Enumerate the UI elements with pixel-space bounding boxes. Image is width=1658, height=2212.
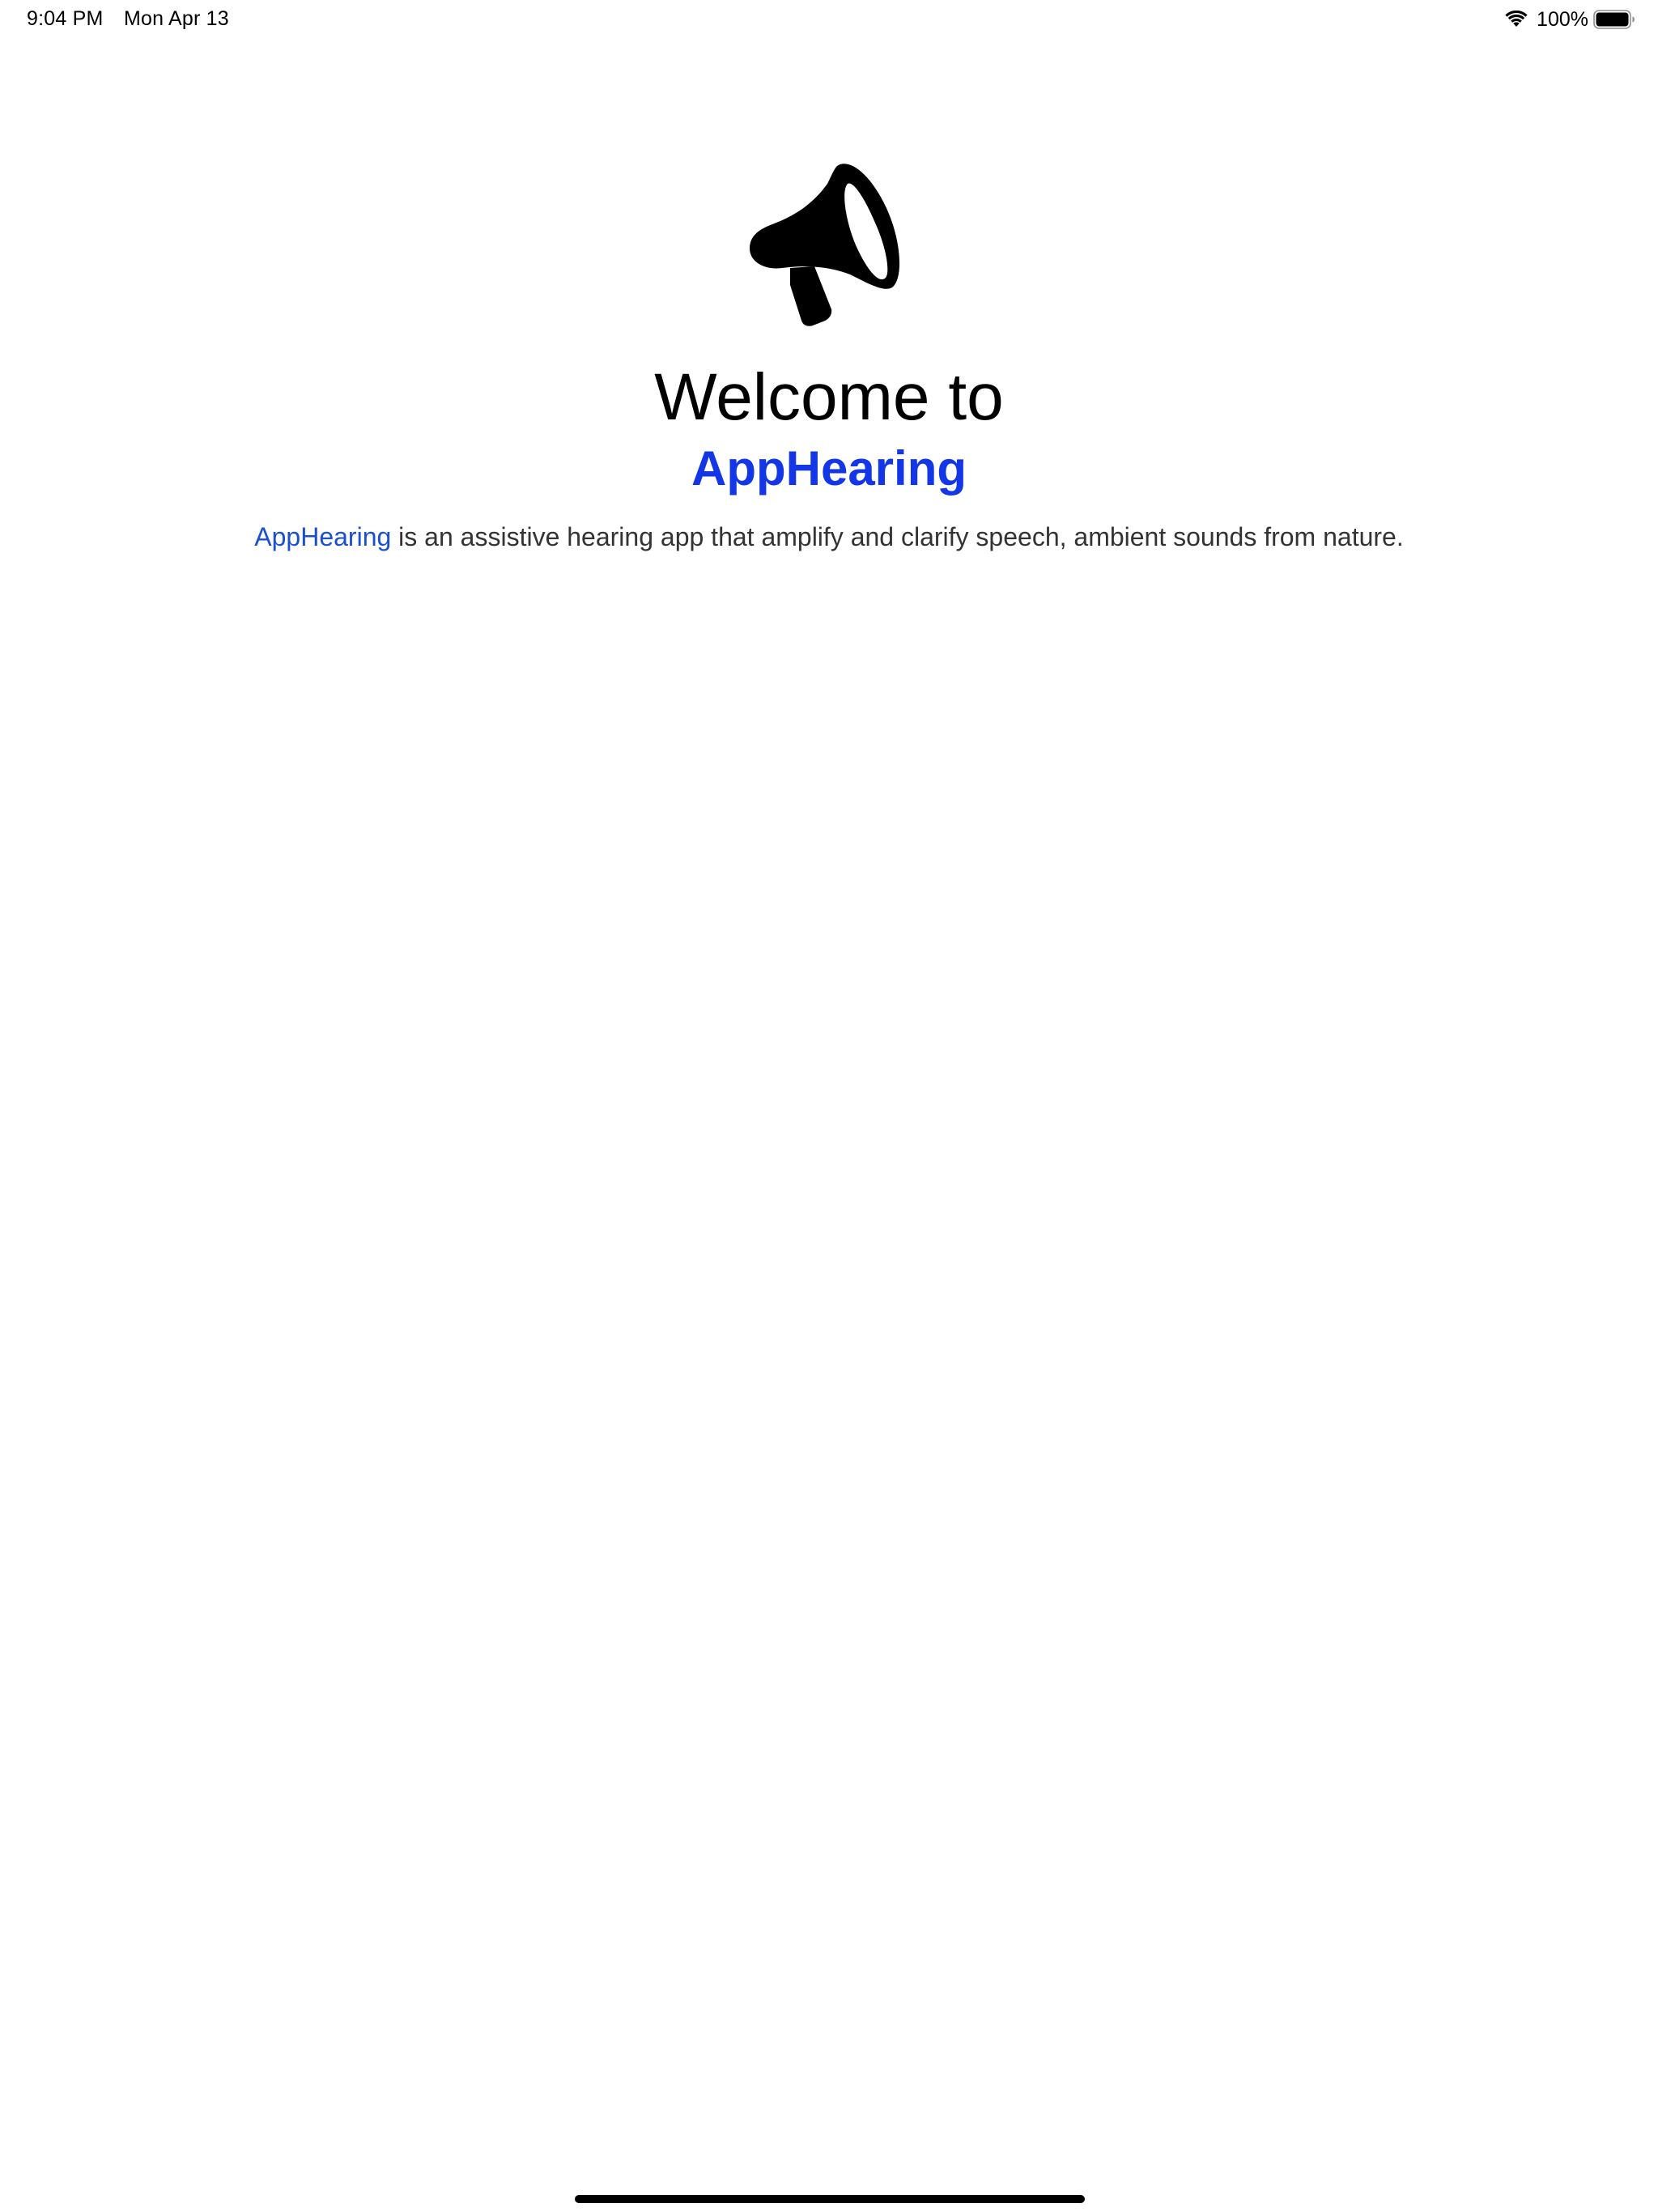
status-date: Mon Apr 13 — [124, 7, 229, 30]
welcome-section: Welcome to AppHearing AppHearing is an a… — [0, 158, 1658, 555]
battery-percent: 100% — [1537, 7, 1588, 31]
app-name-heading: AppHearing — [691, 441, 967, 496]
megaphone-icon — [750, 164, 900, 326]
description-text: is an assistive hearing app that amplify… — [391, 522, 1404, 551]
wifi-icon — [1505, 11, 1528, 27]
welcome-screen: 9:04 PM Mon Apr 13 100% Welcome to AppHe… — [0, 0, 1658, 2212]
home-indicator[interactable] — [575, 2195, 1085, 2203]
status-time: 9:04 PM — [27, 7, 104, 30]
welcome-title: Welcome to — [654, 360, 1004, 434]
status-indicators: 100% — [1504, 6, 1635, 33]
status-bar: 9:04 PM Mon Apr 13 100% — [0, 0, 1658, 40]
app-name-link[interactable]: AppHearing — [254, 522, 391, 551]
app-description: AppHearing is an assistive hearing app t… — [0, 519, 1658, 555]
battery-icon — [1593, 10, 1635, 29]
